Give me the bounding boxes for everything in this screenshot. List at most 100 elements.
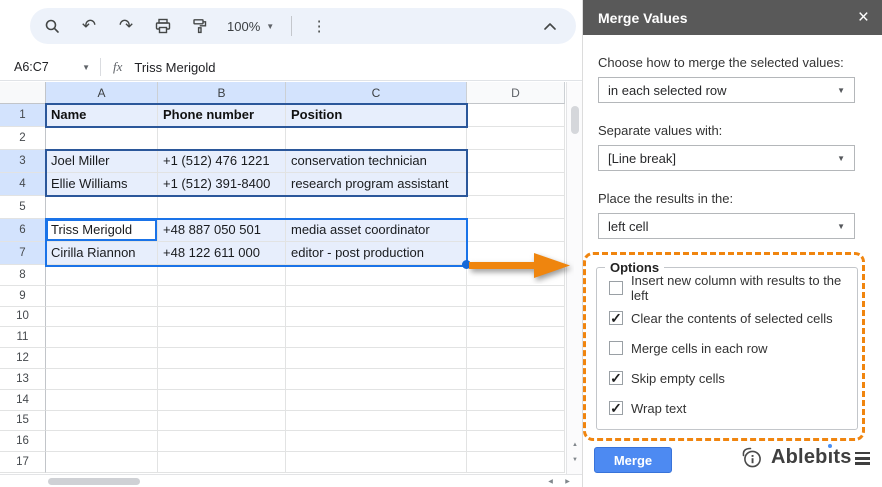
redo-icon[interactable]: ↷ (116, 15, 136, 37)
cell-B3[interactable]: +1 (512) 476 1221 (158, 150, 286, 173)
cell-D6[interactable] (467, 219, 565, 242)
horizontal-scrollbar-thumb[interactable] (48, 478, 140, 485)
cell-B14[interactable] (158, 389, 286, 411)
cell-B11[interactable] (158, 327, 286, 349)
merge-button[interactable]: Merge (594, 447, 672, 473)
cell-B6[interactable]: +48 887 050 501 (158, 219, 286, 242)
cell-B1[interactable]: Phone number (158, 104, 286, 127)
cell-B17[interactable] (158, 452, 286, 473)
cell-A8[interactable] (46, 265, 158, 286)
search-icon[interactable] (42, 15, 62, 37)
cell-C6[interactable]: media asset coordinator (286, 219, 467, 242)
cell-D15[interactable] (467, 410, 565, 432)
cell-B7[interactable]: +48 122 611 000 (158, 242, 286, 265)
cell-A5[interactable] (46, 196, 158, 219)
cell-D3[interactable] (467, 150, 565, 173)
cell-A11[interactable] (46, 327, 158, 349)
cell-C14[interactable] (286, 389, 467, 411)
cell-C2[interactable] (286, 127, 467, 150)
checkbox-checked[interactable]: ✓ (609, 401, 623, 415)
cell-A3[interactable]: Joel Miller (46, 150, 158, 173)
scroll-up-icon[interactable]: ▲ (568, 438, 582, 452)
horizontal-scrollbar[interactable]: ◀ ▶ (0, 474, 582, 487)
cell-A2[interactable] (46, 127, 158, 150)
column-header-D[interactable]: D (467, 82, 565, 104)
cell-B16[interactable] (158, 431, 286, 453)
row-header-14[interactable]: 14 (0, 389, 46, 411)
formula-input[interactable]: Triss Merigold (134, 60, 215, 75)
cell-D13[interactable] (467, 368, 565, 390)
cell-A9[interactable] (46, 285, 158, 307)
cell-D2[interactable] (467, 127, 565, 150)
separator-dropdown[interactable]: [Line break] ▼ (598, 145, 855, 171)
paint-format-icon[interactable] (190, 15, 210, 37)
cell-D4[interactable] (467, 173, 565, 196)
cell-C10[interactable] (286, 306, 467, 328)
row-header-17[interactable]: 17 (0, 452, 46, 473)
scroll-down-icon[interactable]: ▼ (568, 453, 582, 467)
row-header-4[interactable]: 4 (0, 173, 46, 196)
zoom-control[interactable]: 100% ▼ (227, 19, 274, 34)
cell-A13[interactable] (46, 368, 158, 390)
row-header-13[interactable]: 13 (0, 368, 46, 390)
cell-B13[interactable] (158, 368, 286, 390)
cell-B8[interactable] (158, 265, 286, 286)
row-header-15[interactable]: 15 (0, 410, 46, 432)
cell-A15[interactable] (46, 410, 158, 432)
cell-A14[interactable] (46, 389, 158, 411)
row-header-9[interactable]: 9 (0, 285, 46, 307)
cell-A4[interactable]: Ellie Williams (46, 173, 158, 196)
row-header-7[interactable]: 7 (0, 242, 46, 265)
row-header-3[interactable]: 3 (0, 150, 46, 173)
scroll-left-icon[interactable]: ◀ (543, 475, 558, 487)
checkbox-unchecked[interactable] (609, 281, 623, 295)
cell-A7[interactable]: Cirilla Riannon (46, 242, 158, 265)
cell-C8[interactable] (286, 265, 467, 286)
row-header-16[interactable]: 16 (0, 431, 46, 453)
help-icon[interactable] (739, 446, 764, 474)
cell-C5[interactable] (286, 196, 467, 219)
cell-A1[interactable]: Name (46, 104, 158, 127)
cell-B5[interactable] (158, 196, 286, 219)
cell-D7[interactable] (467, 242, 565, 265)
cell-C4[interactable]: research program assistant (286, 173, 467, 196)
undo-icon[interactable]: ↶ (79, 15, 99, 37)
row-header-8[interactable]: 8 (0, 265, 46, 286)
cell-A17[interactable] (46, 452, 158, 473)
cell-C1[interactable]: Position (286, 104, 467, 127)
select-all-corner[interactable] (0, 82, 46, 104)
column-header-B[interactable]: B (158, 82, 286, 104)
menu-icon[interactable] (855, 452, 870, 468)
cell-D16[interactable] (467, 431, 565, 453)
cell-C9[interactable] (286, 285, 467, 307)
cell-D10[interactable] (467, 306, 565, 328)
cell-B2[interactable] (158, 127, 286, 150)
name-box[interactable]: A6:C7 ▼ (0, 60, 100, 74)
column-header-A[interactable]: A (46, 82, 158, 104)
column-header-C[interactable]: C (286, 82, 467, 104)
cell-C7[interactable]: editor - post production (286, 242, 467, 265)
cell-B9[interactable] (158, 285, 286, 307)
cell-D11[interactable] (467, 327, 565, 349)
row-header-12[interactable]: 12 (0, 348, 46, 369)
cell-A16[interactable] (46, 431, 158, 453)
cell-C15[interactable] (286, 410, 467, 432)
row-header-2[interactable]: 2 (0, 127, 46, 150)
row-header-5[interactable]: 5 (0, 196, 46, 219)
cell-B10[interactable] (158, 306, 286, 328)
cell-A12[interactable] (46, 348, 158, 369)
vertical-scrollbar[interactable]: ▲ ▼ (566, 82, 582, 474)
row-header-1[interactable]: 1 (0, 104, 46, 127)
row-header-11[interactable]: 11 (0, 327, 46, 349)
cell-A10[interactable] (46, 306, 158, 328)
collapse-toolbar-icon[interactable] (540, 15, 560, 37)
more-options-icon[interactable]: ⋮ (309, 15, 329, 37)
checkbox-unchecked[interactable] (609, 341, 623, 355)
cell-B12[interactable] (158, 348, 286, 369)
cell-D12[interactable] (467, 348, 565, 369)
cell-D5[interactable] (467, 196, 565, 219)
cell-C17[interactable] (286, 452, 467, 473)
row-header-6[interactable]: 6 (0, 219, 46, 242)
close-icon[interactable]: × (858, 8, 869, 27)
cell-A6[interactable]: Triss Merigold (46, 219, 158, 242)
